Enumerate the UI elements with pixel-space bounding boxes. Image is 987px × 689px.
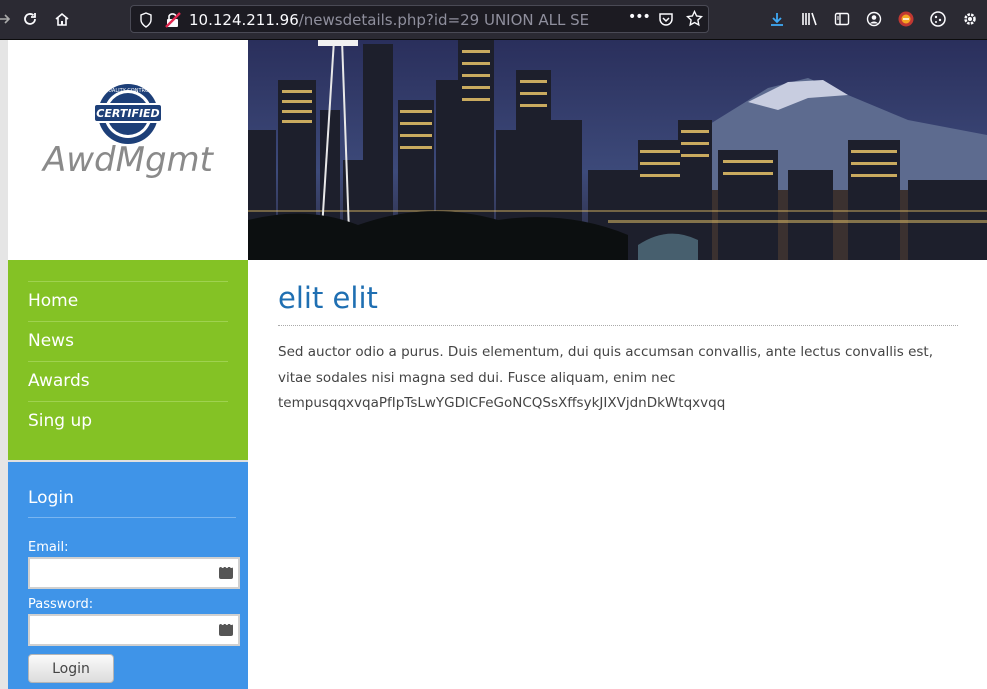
url-host: 10.124.211.96 bbox=[189, 11, 299, 29]
login-panel: Login Email: Password: Login bbox=[8, 462, 248, 689]
site-logo[interactable]: CERTIFIED QUALITY CONTROL AwdMgmt bbox=[8, 40, 248, 260]
nav-item-awards[interactable]: Awards bbox=[28, 361, 228, 402]
account-icon[interactable] bbox=[862, 7, 886, 31]
shield-icon[interactable] bbox=[139, 12, 153, 32]
gear-icon[interactable] bbox=[958, 7, 982, 31]
download-icon[interactable] bbox=[765, 7, 789, 31]
reload-icon[interactable] bbox=[18, 7, 42, 31]
main-nav: Home News Awards Sing up bbox=[8, 260, 248, 460]
login-button[interactable]: Login bbox=[28, 654, 114, 683]
email-label: Email: bbox=[28, 540, 69, 555]
article-body: Sed auctor odio a purus. Duis elementum,… bbox=[278, 344, 933, 411]
sidebar-icon[interactable] bbox=[830, 7, 854, 31]
password-manager-icon[interactable] bbox=[219, 563, 233, 579]
password-label: Password: bbox=[28, 597, 94, 612]
badge-text: CERTIFIED bbox=[96, 107, 159, 120]
page-edge bbox=[0, 40, 8, 689]
browser-toolbar: 10.124.211.96/newsdetails.php?id=29 UNIO… bbox=[0, 0, 987, 40]
url-path: /newsdetails.php?id=29 UNION ALL SELECT … bbox=[298, 11, 589, 29]
page-actions-icon[interactable]: ••• bbox=[628, 9, 651, 25]
web-page: CERTIFIED QUALITY CONTROL AwdMgmt Home N… bbox=[0, 40, 987, 689]
cookie-icon[interactable] bbox=[926, 7, 950, 31]
bookmark-star-icon[interactable] bbox=[685, 9, 704, 31]
url-text[interactable]: 10.124.211.96/newsdetails.php?id=29 UNIO… bbox=[189, 11, 589, 29]
home-icon[interactable] bbox=[50, 7, 74, 31]
city-skyline-banner bbox=[248, 40, 987, 260]
login-title: Login bbox=[28, 488, 74, 508]
password-field[interactable] bbox=[33, 617, 217, 645]
pocket-icon[interactable] bbox=[658, 11, 674, 31]
library-icon[interactable] bbox=[798, 7, 822, 31]
forward-icon[interactable] bbox=[0, 7, 16, 31]
article-title: elit elit bbox=[278, 281, 378, 315]
email-field[interactable] bbox=[33, 560, 217, 588]
badge-ring-text: QUALITY CONTROL bbox=[104, 88, 152, 94]
nav-item-sign-up[interactable]: Sing up bbox=[28, 401, 228, 442]
password-manager-icon[interactable] bbox=[219, 620, 233, 636]
nav-item-home[interactable]: Home bbox=[28, 281, 228, 322]
logo-text: AwdMgmt bbox=[42, 140, 214, 180]
password-field-wrapper bbox=[28, 614, 240, 646]
insecure-lock-icon[interactable] bbox=[164, 11, 182, 32]
url-bar[interactable]: 10.124.211.96/newsdetails.php?id=29 UNIO… bbox=[130, 5, 709, 33]
article: elit elit Sed auctor odio a purus. Duis … bbox=[278, 278, 958, 417]
title-divider bbox=[278, 325, 958, 326]
extension-ublock-icon[interactable] bbox=[894, 7, 918, 31]
nav-item-news[interactable]: News bbox=[28, 321, 228, 362]
login-divider bbox=[28, 517, 236, 518]
email-field-wrapper bbox=[28, 557, 240, 589]
